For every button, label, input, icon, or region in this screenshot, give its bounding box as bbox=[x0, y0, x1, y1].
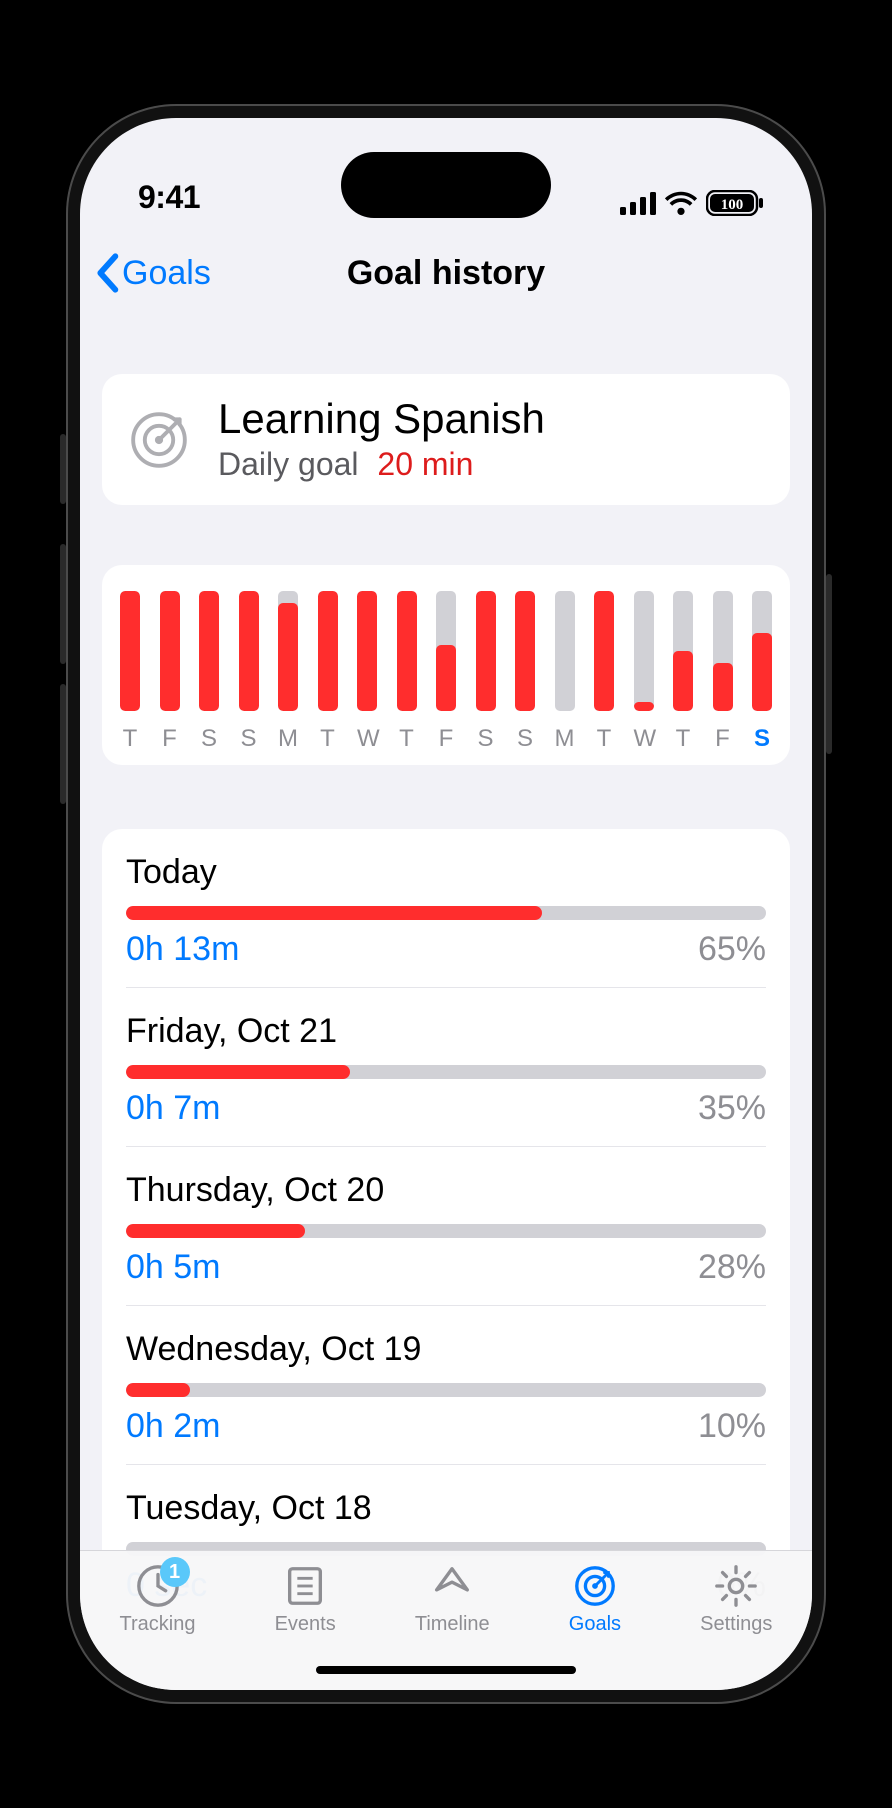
battery-icon: 100 bbox=[706, 190, 764, 216]
day-row[interactable]: Thursday, Oct 20 0h 5m 28% bbox=[126, 1147, 766, 1306]
day-duration: 0h 7m bbox=[126, 1089, 221, 1128]
day-percent: 65% bbox=[698, 930, 766, 969]
tab-label: Events bbox=[275, 1613, 336, 1636]
back-button[interactable]: Goals bbox=[94, 253, 211, 293]
chart-bar-label: S bbox=[515, 725, 535, 753]
day-label: Tuesday, Oct 18 bbox=[126, 1489, 766, 1528]
chart-bar-label: W bbox=[634, 725, 654, 753]
gear-icon bbox=[713, 1563, 759, 1609]
tab-goals[interactable]: Goals bbox=[569, 1563, 621, 1690]
goal-summary-card[interactable]: Learning Spanish Daily goal 20 min bbox=[102, 374, 790, 505]
chart-bar[interactable] bbox=[278, 591, 298, 711]
goal-target-value: 20 min bbox=[377, 446, 473, 482]
home-indicator[interactable] bbox=[316, 1666, 576, 1674]
chart-bar[interactable] bbox=[555, 591, 575, 711]
nav-bar: Goals Goal history bbox=[80, 228, 812, 318]
list-icon bbox=[282, 1563, 328, 1609]
chart-bar-label: T bbox=[397, 725, 417, 753]
day-progress-track bbox=[126, 906, 766, 920]
day-duration: 0h 5m bbox=[126, 1248, 221, 1287]
day-percent: 10% bbox=[698, 1407, 766, 1446]
day-progress-fill bbox=[126, 906, 542, 920]
side-button bbox=[826, 574, 832, 754]
chart-bar[interactable] bbox=[673, 591, 693, 711]
day-list[interactable]: Today 0h 13m 65% Friday, Oct 21 0h 7m 35% Thur… bbox=[102, 829, 790, 1623]
svg-text:100: 100 bbox=[721, 197, 744, 213]
back-label: Goals bbox=[122, 254, 211, 293]
chart-bar-label: F bbox=[160, 725, 180, 753]
cellular-icon bbox=[620, 191, 656, 215]
chart-bar-label: F bbox=[713, 725, 733, 753]
tab-label: Tracking bbox=[120, 1613, 196, 1636]
tab-label: Settings bbox=[700, 1613, 772, 1636]
chart-bar[interactable] bbox=[436, 591, 456, 711]
day-row[interactable]: Wednesday, Oct 19 0h 2m 10% bbox=[126, 1306, 766, 1465]
chart-bar[interactable] bbox=[318, 591, 338, 711]
day-row[interactable]: Friday, Oct 21 0h 7m 35% bbox=[126, 988, 766, 1147]
chart-bar[interactable] bbox=[515, 591, 535, 711]
chart-bar-label: F bbox=[436, 725, 456, 753]
chart-bar-label: S bbox=[199, 725, 219, 753]
chart-bar[interactable] bbox=[476, 591, 496, 711]
day-duration: 0h 13m bbox=[126, 930, 239, 969]
side-button bbox=[60, 434, 66, 504]
day-percent: 28% bbox=[698, 1248, 766, 1287]
chart-bar-label: T bbox=[318, 725, 338, 753]
tab-label: Goals bbox=[569, 1613, 621, 1636]
chart-bar-label: S bbox=[752, 725, 772, 753]
page-title: Goal history bbox=[347, 254, 545, 293]
target-icon bbox=[128, 409, 190, 471]
status-time: 9:41 bbox=[138, 179, 200, 216]
day-progress-track bbox=[126, 1224, 766, 1238]
side-button bbox=[60, 544, 66, 664]
history-chart-card: TFSSMTWTFSSMTWTFS bbox=[102, 565, 790, 765]
day-progress-fill bbox=[126, 1224, 305, 1238]
chevron-left-icon bbox=[94, 253, 120, 293]
chart-bar[interactable] bbox=[199, 591, 219, 711]
day-progress-track bbox=[126, 1065, 766, 1079]
day-label: Thursday, Oct 20 bbox=[126, 1171, 766, 1210]
goal-subtitle-prefix: Daily goal bbox=[218, 446, 359, 482]
day-row[interactable]: Today 0h 13m 65% bbox=[126, 829, 766, 988]
day-progress-fill bbox=[126, 1383, 190, 1397]
target-icon bbox=[572, 1563, 618, 1609]
tab-tracking[interactable]: 1 Tracking bbox=[120, 1563, 196, 1690]
chart-bar[interactable] bbox=[594, 591, 614, 711]
chart-bar-label: S bbox=[476, 725, 496, 753]
chart-bar[interactable] bbox=[160, 591, 180, 711]
day-duration: 0h 2m bbox=[126, 1407, 221, 1446]
phone-frame: 9:41 100 Goals Goal history bbox=[66, 104, 826, 1704]
day-label: Wednesday, Oct 19 bbox=[126, 1330, 766, 1369]
day-percent: 35% bbox=[698, 1089, 766, 1128]
goal-subtitle: Daily goal 20 min bbox=[218, 446, 545, 483]
chart-bar[interactable] bbox=[357, 591, 377, 711]
wifi-icon bbox=[664, 191, 698, 215]
timeline-icon bbox=[429, 1563, 475, 1609]
goal-title: Learning Spanish bbox=[218, 396, 545, 442]
chart-bar[interactable] bbox=[397, 591, 417, 711]
day-progress-fill bbox=[126, 1065, 350, 1079]
tab-settings[interactable]: Settings bbox=[700, 1563, 772, 1690]
day-label: Friday, Oct 21 bbox=[126, 1012, 766, 1051]
chart-bar-label: T bbox=[673, 725, 693, 753]
chart-bar-label: W bbox=[357, 725, 377, 753]
tab-label: Timeline bbox=[415, 1613, 490, 1636]
chart-bar-label: T bbox=[120, 725, 140, 753]
chart-bar[interactable] bbox=[634, 591, 654, 711]
chart-bar-label: M bbox=[555, 725, 575, 753]
tab-tracking-badge: 1 bbox=[160, 1557, 190, 1587]
day-progress-track bbox=[126, 1383, 766, 1397]
chart-bar-label: T bbox=[594, 725, 614, 753]
chart-bar[interactable] bbox=[120, 591, 140, 711]
day-label: Today bbox=[126, 853, 766, 892]
chart-bar[interactable] bbox=[239, 591, 259, 711]
chart-bar[interactable] bbox=[752, 591, 772, 711]
dynamic-island bbox=[341, 152, 551, 218]
chart-bar[interactable] bbox=[713, 591, 733, 711]
chart-bar-label: S bbox=[239, 725, 259, 753]
chart-bar-label: M bbox=[278, 725, 298, 753]
side-button bbox=[60, 684, 66, 804]
